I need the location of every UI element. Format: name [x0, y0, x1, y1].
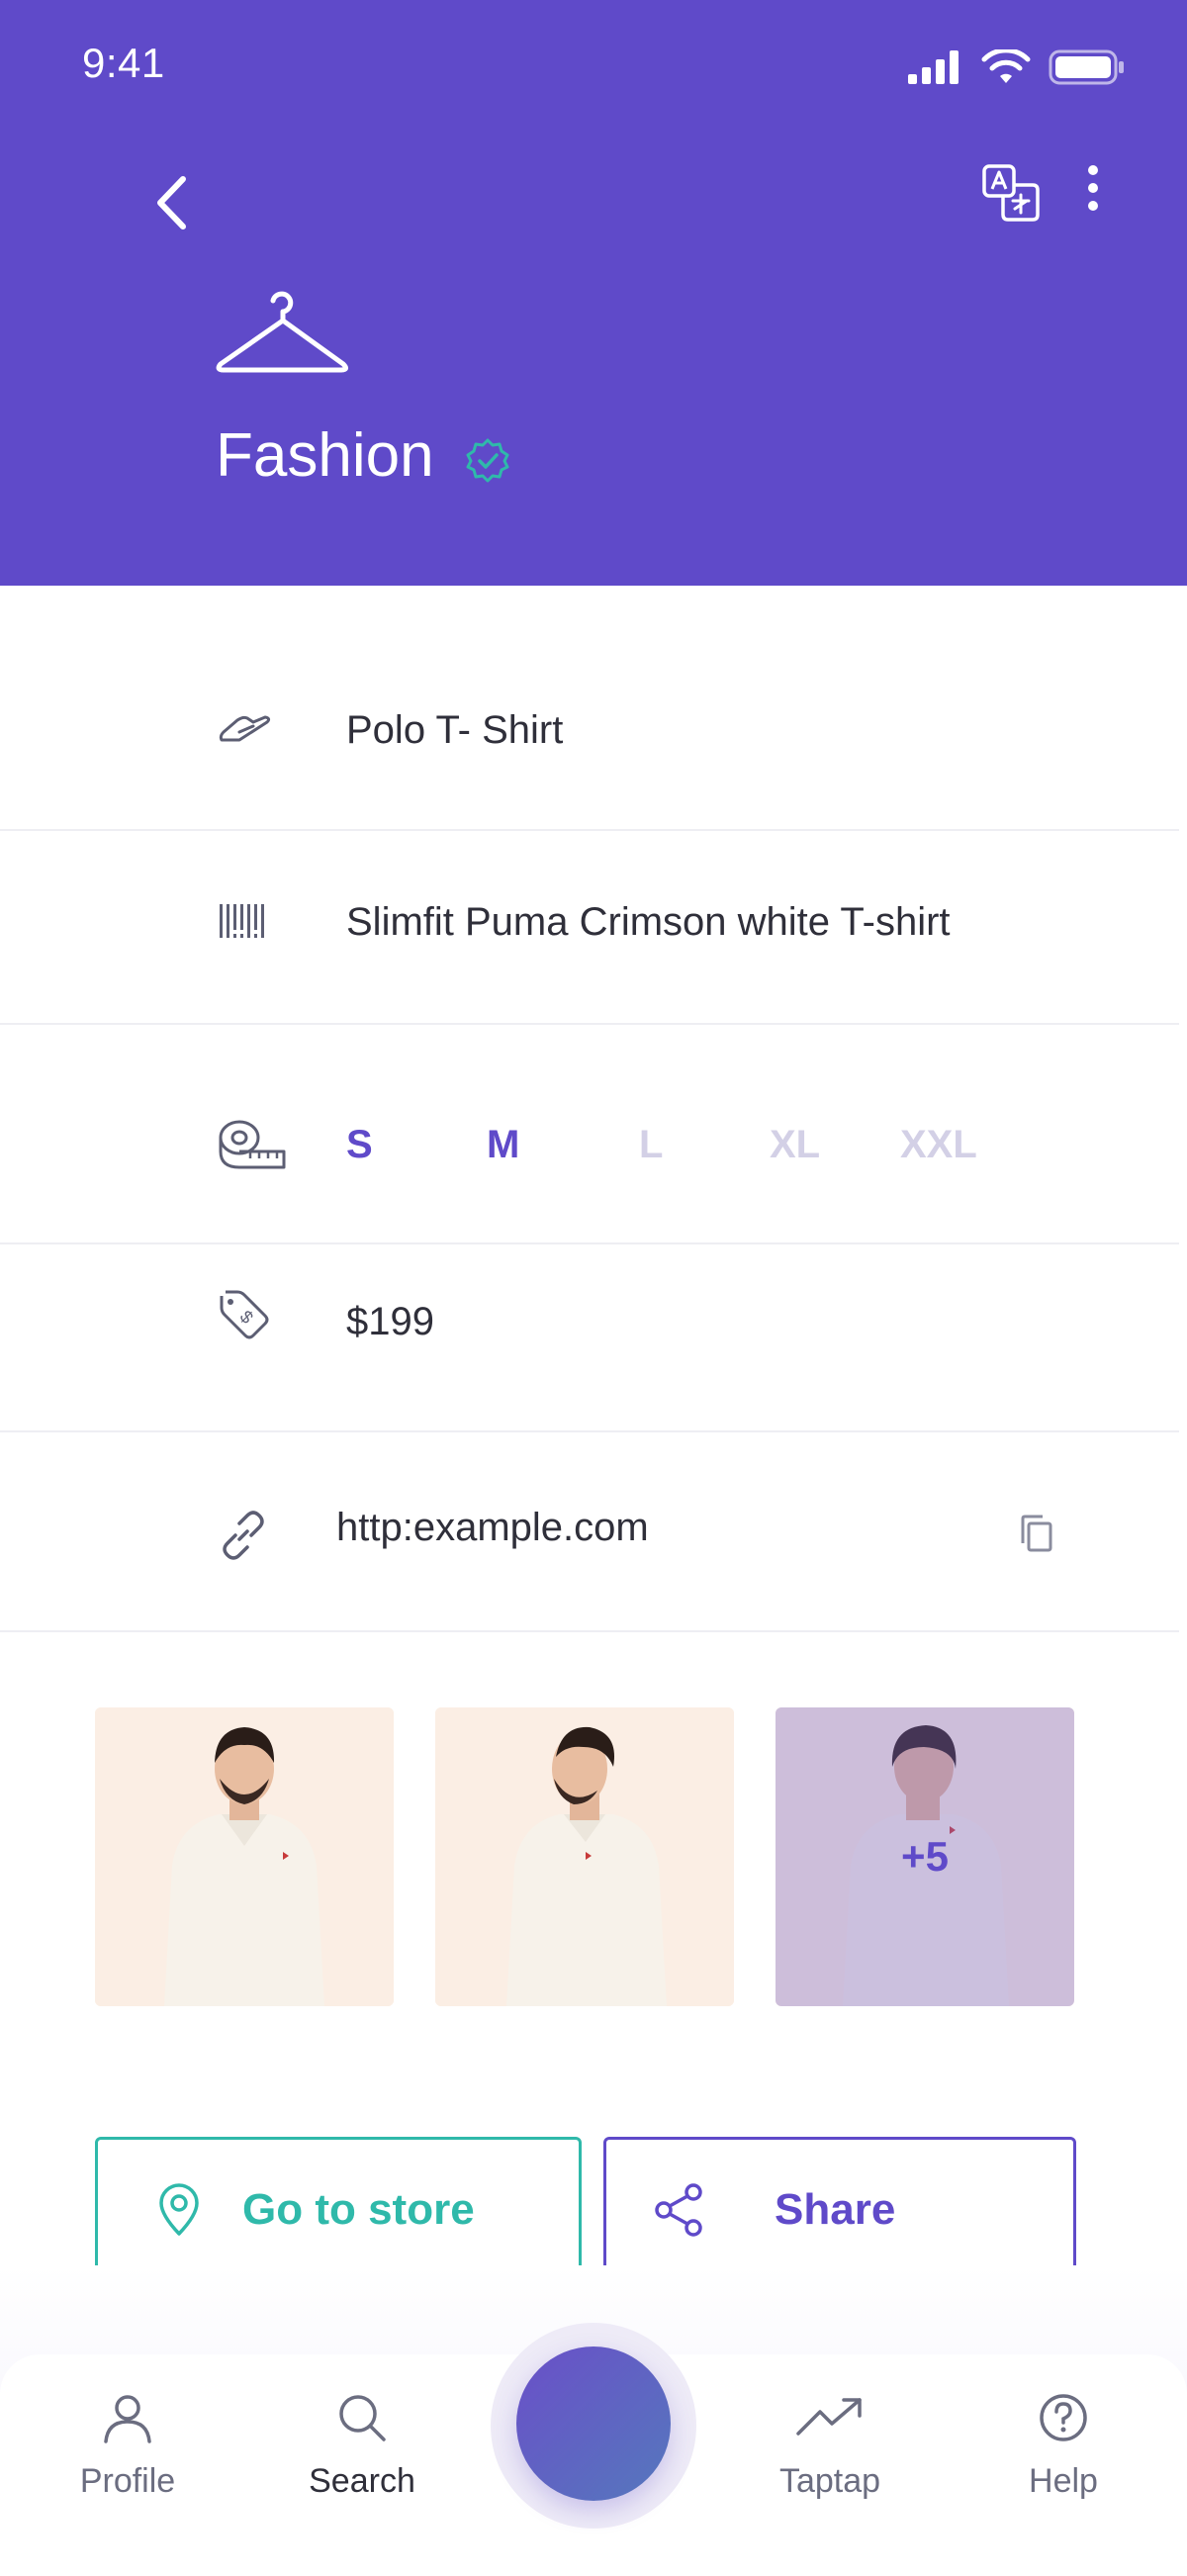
go-to-store-button[interactable]: Go to store [95, 2137, 582, 2283]
nav-item-taptap[interactable]: Taptap [751, 2392, 909, 2501]
battery-icon [1049, 49, 1124, 85]
product-description: Slimfit Puma Crimson white T-shirt [346, 900, 951, 944]
nav-item-profile[interactable]: Profile [48, 2392, 207, 2501]
status-time: 9:41 [82, 40, 165, 86]
size-option-s[interactable]: S [346, 1123, 373, 1167]
category-title: Fashion [216, 421, 434, 490]
barcode-icon [220, 904, 264, 938]
product-photo-back[interactable]: +5 [776, 1707, 1074, 2006]
size-option-xl[interactable]: XL [770, 1123, 820, 1167]
link-row: http:example.com [0, 1432, 1179, 1632]
nav-item-search[interactable]: Search [283, 2392, 441, 2501]
more-photos-count[interactable]: +5 [776, 1707, 1074, 2006]
model-side-image [435, 1707, 734, 2006]
location-pin-icon [159, 2183, 199, 2236]
product-name: Polo T- Shirt [346, 708, 564, 752]
measuring-tape-icon [219, 1120, 286, 1169]
size-option-m[interactable]: M [487, 1123, 519, 1167]
hand-icon [219, 715, 271, 742]
size-option-l[interactable]: L [639, 1123, 663, 1167]
share-label: Share [775, 2185, 896, 2234]
category-header: 9:41 Fashion [0, 0, 1187, 586]
product-price: $199 [346, 1300, 434, 1343]
user-icon [104, 2395, 151, 2443]
model-front-image [95, 1707, 394, 2006]
trending-icon [796, 2398, 862, 2436]
hanger-icon [216, 291, 349, 373]
translate-icon[interactable] [981, 163, 1041, 223]
nav-label-search: Search [309, 2462, 415, 2500]
status-icons [908, 49, 1126, 85]
size-row [0, 1025, 1179, 1244]
share-icon [655, 2183, 702, 2237]
verified-badge-icon [466, 438, 509, 483]
share-button[interactable]: Share [603, 2137, 1076, 2283]
product-photo-side[interactable] [435, 1707, 734, 2006]
wifi-icon [981, 49, 1031, 83]
nav-label-help: Help [1029, 2462, 1098, 2500]
back-button[interactable] [148, 173, 198, 232]
size-option-xxl[interactable]: XXL [900, 1123, 977, 1167]
product-name-row: Polo T- Shirt [0, 586, 1179, 831]
search-icon [339, 2395, 386, 2441]
price-row: $ $199 [0, 1244, 1179, 1432]
link-icon [223, 1511, 264, 1560]
svg-text:$: $ [236, 1307, 257, 1328]
go-to-store-label: Go to store [242, 2185, 475, 2234]
signal-icon [908, 50, 959, 84]
copy-icon[interactable] [1019, 1514, 1054, 1553]
nav-item-help[interactable]: Help [984, 2392, 1142, 2501]
nav-label-taptap: Taptap [778, 2462, 881, 2500]
product-photo-front[interactable] [95, 1707, 394, 2006]
product-link[interactable]: http:example.com [336, 1506, 649, 1550]
nav-label-profile: Profile [79, 2462, 176, 2500]
product-description-row: Slimfit Puma Crimson white T-shirt [0, 831, 1179, 1025]
help-icon [1040, 2394, 1087, 2441]
center-action-button[interactable] [516, 2346, 671, 2501]
more-options-icon[interactable] [1078, 163, 1108, 213]
price-tag-icon: $ [220, 1290, 269, 1339]
